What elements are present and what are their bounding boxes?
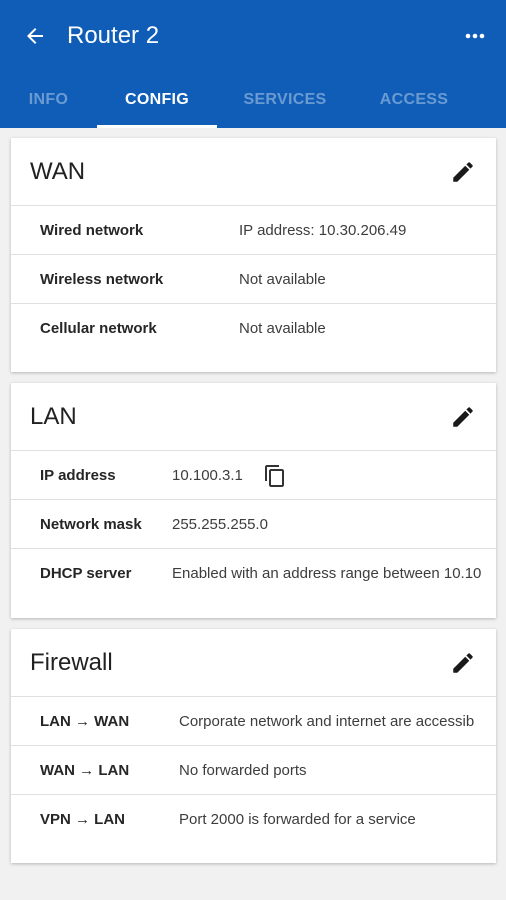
- more-horizontal-icon: [465, 33, 485, 39]
- top-toolbar: Router 2: [0, 0, 506, 72]
- wan-row-cellular: Cellular network Not available: [11, 304, 496, 353]
- row-value: No forwarded ports: [179, 762, 307, 779]
- wan-card-header: WAN: [11, 138, 496, 206]
- back-button[interactable]: [18, 20, 52, 52]
- pencil-icon: [453, 407, 473, 427]
- tab-info[interactable]: INFO: [0, 72, 97, 128]
- firewall-card: Firewall LAN → WAN Corporate network and…: [11, 629, 496, 863]
- firewall-card-title: Firewall: [30, 649, 113, 676]
- firewall-row-vpn-lan: VPN → LAN Port 2000 is forwarded for a s…: [11, 795, 496, 844]
- wan-card-title: WAN: [30, 158, 86, 185]
- lan-card-header: LAN: [11, 383, 496, 451]
- lan-card-title: LAN: [30, 403, 77, 430]
- copy-ip-button[interactable]: [263, 463, 287, 489]
- lan-row-network-mask: Network mask 255.255.255.0: [11, 500, 496, 549]
- row-label: VPN → LAN: [40, 811, 126, 828]
- lan-row-dhcp-server: DHCP server Enabled with an address rang…: [11, 549, 496, 598]
- row-label: Wired network: [40, 222, 144, 239]
- row-value: Not available: [239, 271, 326, 288]
- firewall-row-wan-lan: WAN → LAN No forwarded ports: [11, 746, 496, 795]
- row-value: Port 2000 is forwarded for a service: [179, 811, 416, 828]
- firewall-card-header: Firewall: [11, 629, 496, 697]
- row-value: Enabled with an address range between 10…: [172, 565, 482, 582]
- wan-row-wireless: Wireless network Not available: [11, 255, 496, 304]
- row-label: IP address: [40, 467, 116, 484]
- row-value: Corporate network and internet are acces…: [179, 713, 475, 730]
- page-title: Router 2: [67, 22, 160, 49]
- firewall-edit-button[interactable]: [450, 650, 476, 676]
- row-value: Not available: [239, 320, 326, 337]
- row-label: Wireless network: [40, 271, 164, 288]
- wan-row-wired: Wired network IP address: 10.30.206.49: [11, 206, 496, 255]
- app-bar: Router 2 INFO CONFIG SERVICES ACCESS: [0, 0, 506, 128]
- row-label: WAN → LAN: [40, 762, 130, 779]
- row-label: LAN → WAN: [40, 713, 130, 730]
- row-label: DHCP server: [40, 565, 132, 582]
- firewall-row-lan-wan: LAN → WAN Corporate network and internet…: [11, 697, 496, 746]
- tab-bar: INFO CONFIG SERVICES ACCESS: [0, 72, 506, 128]
- row-value: IP address: 10.30.206.49: [239, 222, 407, 239]
- row-label: Cellular network: [40, 320, 157, 337]
- tab-access[interactable]: ACCESS: [353, 72, 475, 128]
- row-label: Network mask: [40, 516, 142, 533]
- wan-card: WAN Wired network IP address: 10.30.206.…: [11, 138, 496, 372]
- more-options-button[interactable]: [458, 20, 492, 52]
- arrow-back-icon: [27, 28, 43, 44]
- copy-icon: [265, 465, 284, 487]
- pencil-icon: [453, 653, 473, 673]
- tab-services[interactable]: SERVICES: [217, 72, 353, 128]
- row-value: 10.100.3.1: [172, 467, 243, 484]
- row-value: 255.255.255.0: [172, 516, 268, 533]
- pencil-icon: [453, 162, 473, 182]
- lan-row-ip-address: IP address 10.100.3.1: [11, 451, 496, 500]
- lan-edit-button[interactable]: [450, 404, 476, 430]
- tab-config[interactable]: CONFIG: [97, 72, 217, 128]
- wan-edit-button[interactable]: [450, 159, 476, 185]
- lan-card: LAN IP address 10.100.3.1 Network mask 2…: [11, 383, 496, 618]
- active-tab-indicator: [97, 125, 217, 128]
